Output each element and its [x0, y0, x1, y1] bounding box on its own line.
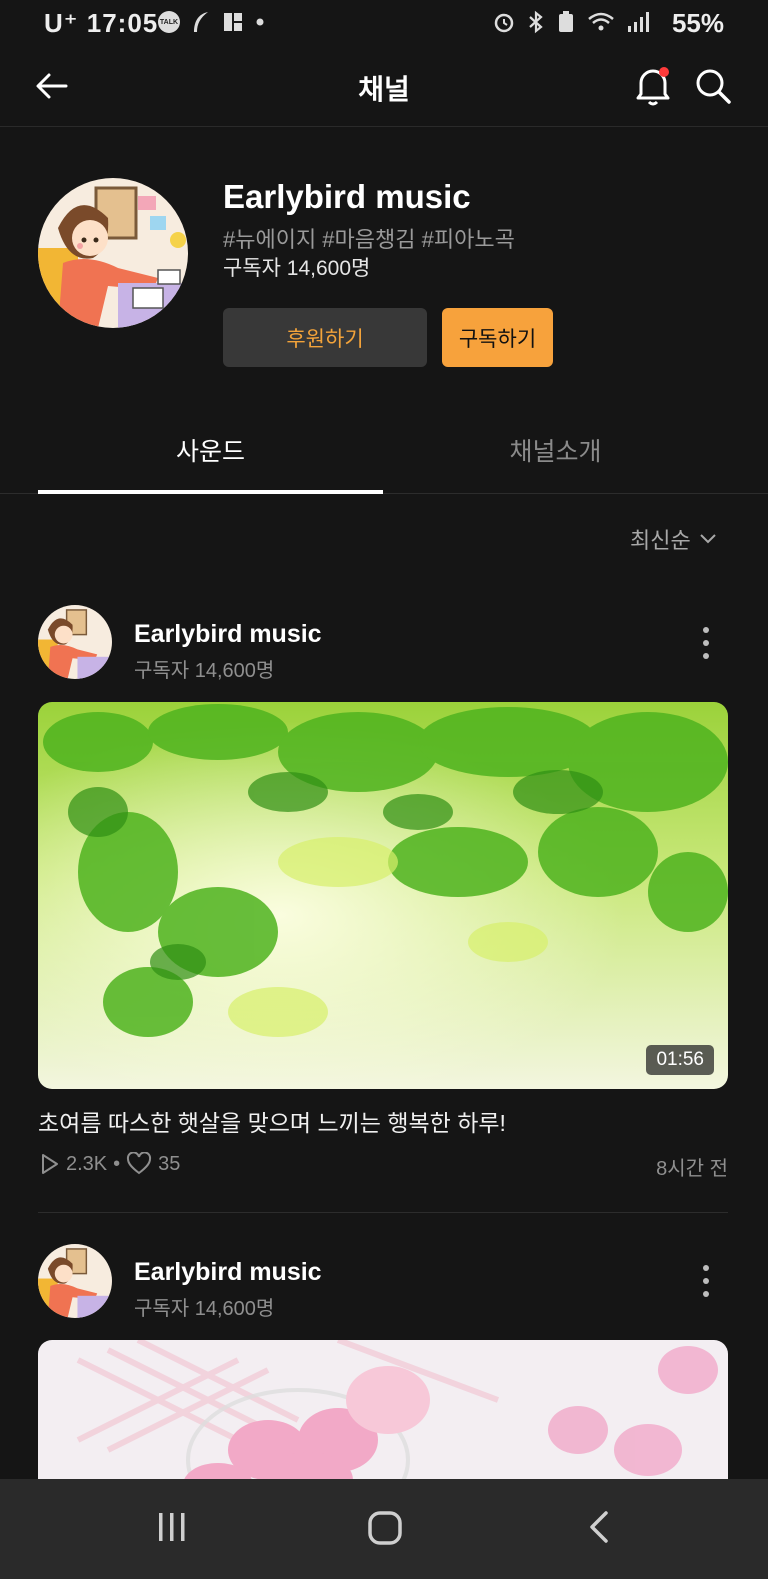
post-author-avatar[interactable] [38, 605, 112, 679]
back-nav-icon[interactable] [584, 1509, 614, 1545]
post-time: 8시간 전 [656, 1158, 728, 1180]
battery-saver-icon [559, 11, 573, 32]
more-options-icon[interactable] [694, 1261, 718, 1301]
post-thumbnail[interactable]: 01:56 [38, 702, 728, 1089]
system-navigation-bar [0, 1479, 768, 1579]
sort-dropdown[interactable]: 최신순 [630, 523, 717, 555]
status-bar: U⁺ 17:05 TALK 55% [0, 0, 768, 50]
active-tab-indicator [38, 490, 383, 494]
play-icon [42, 1154, 58, 1174]
grid-app-icon [224, 13, 242, 31]
author-avatar-illustration [38, 1244, 112, 1318]
play-count: 2.3K [66, 1152, 108, 1175]
wifi-icon [588, 12, 614, 31]
clock: 17:05 [86, 8, 159, 38]
post-author-subscribers: 구독자 14,600명 [134, 660, 275, 682]
leaves-thumbnail-image [38, 702, 728, 1089]
channel-name: Earlybird music [223, 178, 471, 215]
post-author-name[interactable]: Earlybird music [134, 1258, 322, 1287]
feather-icon [194, 12, 208, 32]
stats-separator: • [113, 1152, 121, 1175]
channel-avatar-illustration [38, 178, 188, 328]
bluetooth-icon [529, 10, 543, 34]
battery-indicator: 55% [672, 8, 724, 39]
tab-channel-intro[interactable]: 채널소개 [383, 432, 728, 468]
post-author-name[interactable]: Earlybird music [134, 620, 322, 649]
top-app-bar: 채널 [0, 50, 768, 127]
like-count: 35 [158, 1152, 181, 1175]
author-avatar-illustration [38, 605, 112, 679]
home-icon[interactable] [366, 1509, 404, 1547]
sort-label: 최신순 [630, 528, 691, 553]
search-icon[interactable] [694, 67, 732, 105]
alarm-icon [494, 13, 514, 33]
status-left: U⁺ 17:05 [44, 8, 158, 39]
notification-dot [659, 67, 669, 77]
recent-apps-icon[interactable] [154, 1509, 190, 1545]
notification-bell-icon[interactable] [633, 64, 673, 106]
video-duration-badge: 01:56 [646, 1045, 714, 1075]
support-button[interactable]: 후원하기 [223, 308, 427, 367]
tab-sound[interactable]: 사운드 [38, 432, 383, 468]
battery-percentage: 55% [671, 8, 724, 38]
channel-hashtags[interactable]: #뉴에이지 #마음챙김 #피아노곡 [223, 222, 515, 254]
channel-subscriber-count: 구독자 14,600명 [223, 257, 371, 280]
heart-icon[interactable] [126, 1152, 152, 1176]
chevron-down-icon [700, 534, 716, 544]
post-stats: 2.3K • 35 [38, 1152, 180, 1176]
post-title[interactable]: 초여름 따스한 햇살을 맞으며 느끼는 행복한 하루! [38, 1104, 506, 1138]
post-thumbnail[interactable] [38, 1340, 728, 1500]
candy-thumbnail-image [38, 1340, 728, 1500]
subscribe-button[interactable]: 구독하기 [442, 308, 553, 367]
channel-avatar [38, 178, 188, 328]
carrier-label: U⁺ [44, 8, 79, 38]
status-system-icons [492, 10, 650, 34]
post-author-subscribers: 구독자 14,600명 [134, 1298, 275, 1320]
more-options-icon[interactable] [694, 623, 718, 663]
post-divider [38, 1212, 728, 1213]
post-author-avatar[interactable] [38, 1244, 112, 1318]
status-notification-icons: TALK [158, 10, 266, 34]
kakaotalk-icon: TALK [158, 11, 180, 33]
signal-icon [628, 12, 649, 32]
more-notifications-dot-icon [256, 18, 264, 26]
